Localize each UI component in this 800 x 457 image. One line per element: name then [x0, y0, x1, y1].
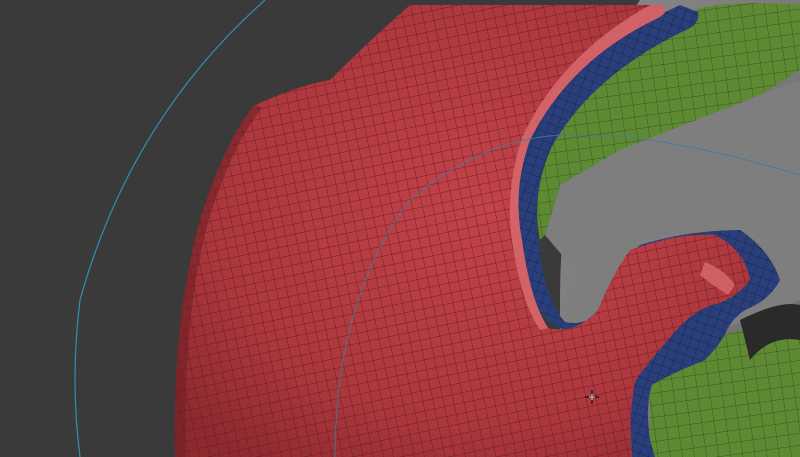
3d-viewport[interactable]	[0, 0, 800, 457]
mesh-canvas[interactable]	[0, 0, 800, 457]
